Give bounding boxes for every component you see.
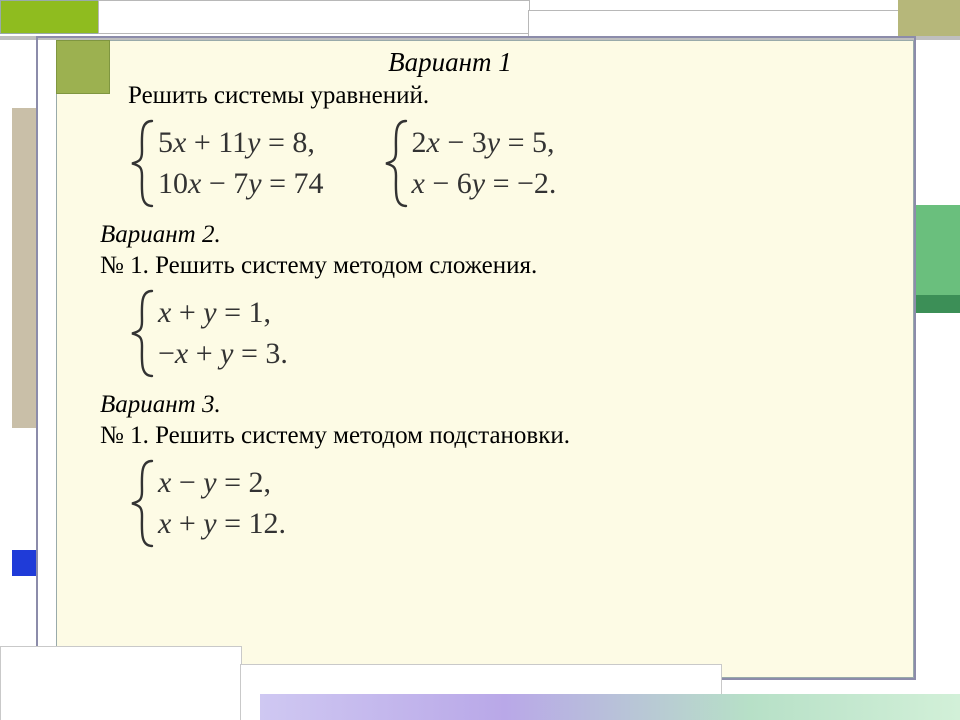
variant3-task: № 1. Решить систему методом подстановки.	[100, 421, 890, 452]
equation-line: 5x + 11y = 8,	[158, 123, 324, 164]
equation-line: 2x − 3y = 5,	[412, 123, 557, 164]
decor-right-green-b	[912, 295, 960, 313]
slide-stage: Вариант 1 Решить системы уравнений. 5x +…	[0, 0, 960, 720]
variant1-instruction: Решить системы уравнений.	[128, 81, 890, 112]
variant1-system-1: 5x + 11y = 8, 10x − 7y = 74	[130, 123, 324, 204]
equation-line: 10x − 7y = 74	[158, 164, 324, 205]
variant1-systems-row: 5x + 11y = 8, 10x − 7y = 74 2x − 3y = 5,…	[130, 123, 890, 204]
decor-top-right-frame	[528, 10, 900, 38]
variant1-title: Вариант 1	[100, 46, 800, 79]
decor-right-green-a	[912, 205, 960, 295]
decor-khaki-bar	[898, 0, 960, 37]
decor-top-frame	[98, 0, 530, 34]
equation-line: x − 6y = −2.	[412, 164, 557, 205]
variant2-task: № 1. Решить систему методом сложения.	[100, 251, 890, 282]
variant3-system-row: x − y = 2, x + y = 12.	[130, 463, 890, 544]
variant2-system: x + y = 1, −x + y = 3.	[130, 293, 288, 374]
decor-blue-segment	[12, 550, 36, 576]
variant2-title: Вариант 2.	[100, 220, 890, 251]
variant3-system: x − y = 2, x + y = 12.	[130, 463, 286, 544]
decor-left-band	[12, 108, 36, 428]
variant3-title: Вариант 3.	[100, 390, 890, 421]
brace-icon	[130, 459, 156, 548]
variant2-system-row: x + y = 1, −x + y = 3.	[130, 293, 890, 374]
brace-icon	[384, 119, 410, 208]
equation-line: x − y = 2,	[158, 463, 286, 504]
decor-bottom-gradient	[260, 694, 960, 720]
equation-line: x + y = 12.	[158, 504, 286, 545]
variant1-system-2: 2x − 3y = 5, x − 6y = −2.	[384, 123, 557, 204]
decor-right-rail	[912, 40, 960, 680]
brace-icon	[130, 289, 156, 378]
decor-bottom-left	[0, 646, 242, 720]
decor-green-box	[0, 0, 100, 34]
equation-line: −x + y = 3.	[158, 334, 288, 375]
equation-line: x + y = 1,	[158, 293, 288, 334]
brace-icon	[130, 119, 156, 208]
content-area: Вариант 1 Решить системы уравнений. 5x +…	[100, 46, 890, 560]
decor-left-col	[0, 40, 12, 680]
